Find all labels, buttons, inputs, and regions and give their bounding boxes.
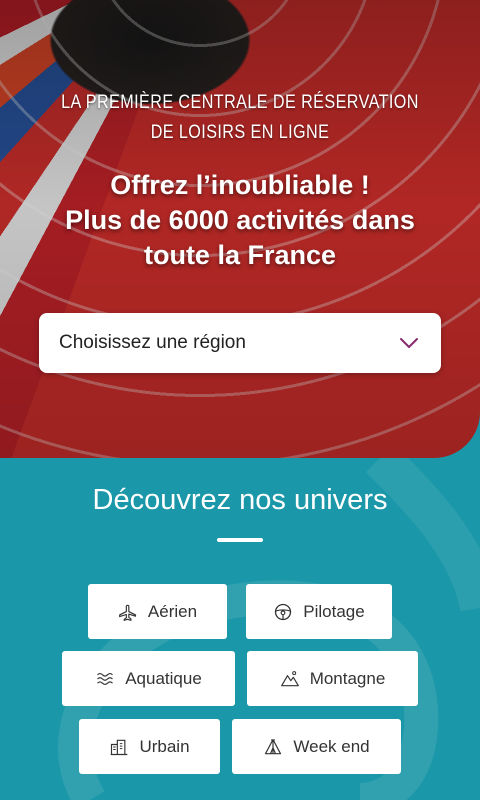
category-weekend-button[interactable]: Week end	[232, 719, 401, 774]
region-select[interactable]: Choisissez une région	[39, 313, 441, 373]
headline-line-2: Plus de 6000 activités dans	[65, 205, 415, 235]
mountain-icon	[280, 670, 299, 686]
category-urbain-button[interactable]: Urbain	[79, 719, 220, 774]
tent-icon	[265, 738, 282, 754]
plane-icon	[119, 604, 137, 621]
steering-wheel-icon	[275, 603, 292, 620]
headline: Offrez l’inoubliable ! Plus de 6000 acti…	[10, 168, 470, 273]
category-montagne-button[interactable]: Montagne	[247, 651, 418, 706]
category-label: Pilotage	[303, 601, 365, 621]
category-aquatique-button[interactable]: Aquatique	[62, 651, 235, 706]
category-label: Aquatique	[125, 668, 202, 688]
waves-icon	[97, 672, 114, 685]
hero-banner: LA PREMIÈRE CENTRALE DE RÉSERVATION DE L…	[0, 0, 480, 458]
title-underline	[217, 538, 263, 542]
universes-section: Découvrez nos univers Aérien Pilotage Aq…	[0, 458, 480, 800]
chevron-down-icon	[400, 338, 418, 348]
category-label: Week end	[293, 736, 370, 756]
category-pilotage-button[interactable]: Pilotage	[246, 584, 392, 639]
buildings-icon	[111, 739, 128, 755]
category-label: Aérien	[147, 601, 198, 621]
headline-line-1: Offrez l’inoubliable !	[110, 170, 370, 200]
category-aerien-button[interactable]: Aérien	[88, 584, 227, 639]
category-label: Montagne	[309, 668, 386, 688]
headline-line-3: toute la France	[143, 240, 337, 270]
tagline: LA PREMIÈRE CENTRALE DE RÉSERVATION DE L…	[61, 92, 419, 143]
section-title: Découvrez nos univers	[92, 484, 388, 516]
region-select-label: Choisissez une région	[59, 332, 246, 353]
category-label: Urbain	[139, 736, 190, 756]
